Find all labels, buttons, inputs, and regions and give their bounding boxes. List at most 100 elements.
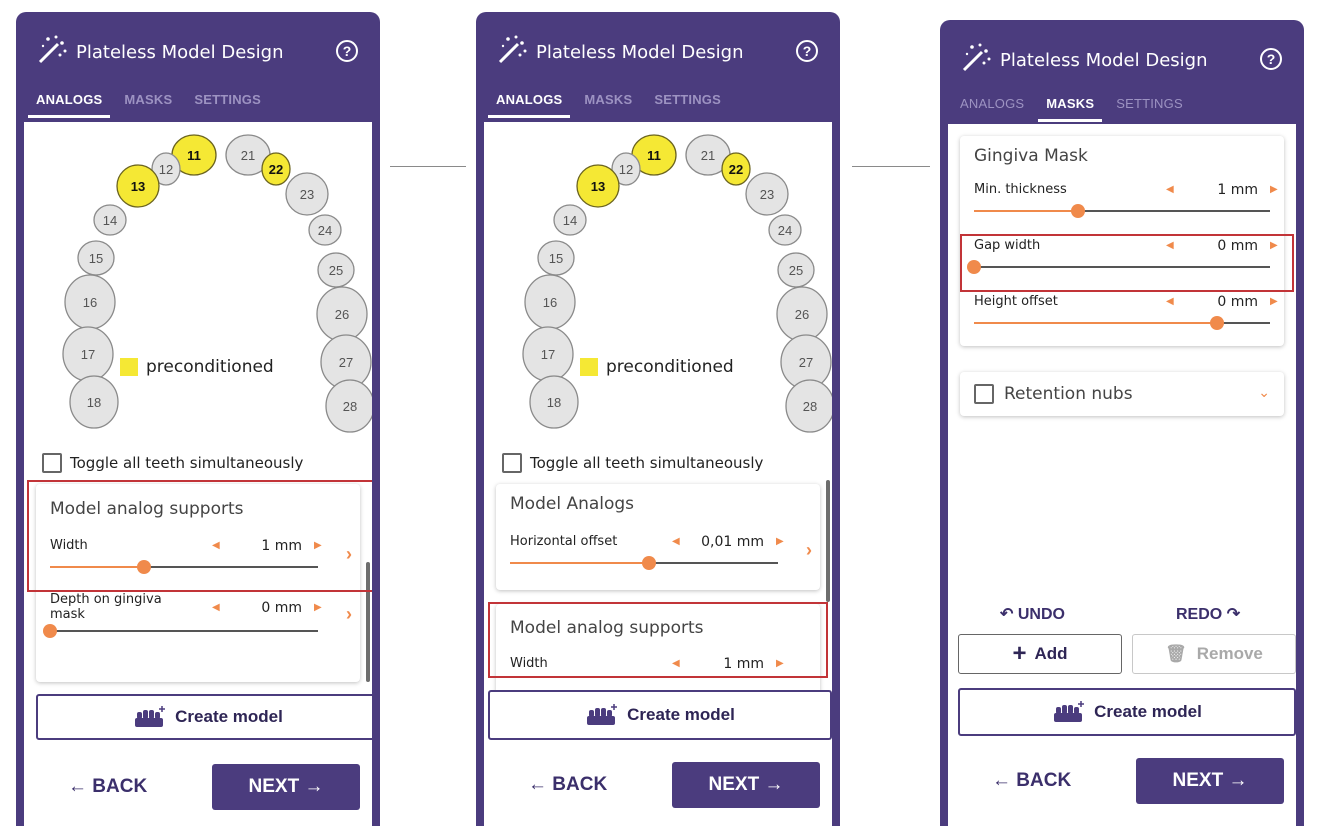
tooth-label: 14: [103, 213, 117, 228]
decrease-arrow-icon[interactable]: ◀: [672, 536, 680, 547]
tooth-16[interactable]: 16: [524, 274, 576, 330]
tooth-label: 15: [89, 251, 103, 266]
dental-arch: 11 12 13 14 15 16 17 18 21 22 23 24 25 26 27 28: [62, 134, 372, 433]
tooth-24[interactable]: 24: [308, 214, 342, 246]
toggle-all-row[interactable]: Toggle all teeth simultaneously: [42, 453, 303, 473]
tooth-22[interactable]: 22: [721, 152, 751, 186]
tab-settings[interactable]: SETTINGS: [646, 92, 729, 118]
undo-label: UNDO: [1017, 606, 1065, 623]
tooth-label: 17: [81, 347, 95, 362]
remove-button[interactable]: 🗑 Remove: [1132, 634, 1296, 674]
toggle-all-row[interactable]: Toggle all teeth simultaneously: [502, 453, 763, 473]
connector-line-2: [852, 166, 930, 167]
increase-arrow-icon[interactable]: ▶: [1270, 296, 1278, 307]
chevron-down-icon[interactable]: ⌄: [1258, 384, 1270, 401]
tab-analogs[interactable]: ANALOGS: [28, 92, 111, 118]
min-thickness-slider[interactable]: [974, 204, 1270, 218]
tab-settings[interactable]: SETTINGS: [186, 92, 269, 118]
tooth-13[interactable]: 13: [116, 164, 160, 208]
tooth-label: 12: [159, 162, 173, 177]
increase-arrow-icon[interactable]: ▶: [314, 602, 322, 613]
retention-nubs-checkbox[interactable]: [974, 384, 994, 404]
legend-label: preconditioned: [606, 357, 734, 377]
next-button[interactable]: NEXT →: [672, 762, 820, 808]
plus-icon: +: [1012, 640, 1027, 667]
arrow-left-icon: ←: [528, 774, 547, 795]
tooth-16[interactable]: 16: [64, 274, 116, 330]
tooth-22[interactable]: 22: [261, 152, 291, 186]
min-thickness-label: Min. thickness: [974, 182, 1067, 197]
height-offset-slider[interactable]: [974, 316, 1270, 330]
tooth-23[interactable]: 23: [745, 172, 789, 216]
tooth-25[interactable]: 25: [777, 252, 815, 288]
toggle-all-label: Toggle all teeth simultaneously: [530, 454, 764, 472]
depth-param: Depth on gingiva mask ◀ 0 mm ▶ ›: [43, 592, 360, 638]
help-icon[interactable]: ?: [336, 40, 358, 62]
create-model-label: Create model: [627, 705, 735, 724]
decrease-arrow-icon[interactable]: ◀: [1166, 184, 1174, 195]
next-button[interactable]: NEXT →: [212, 764, 360, 810]
decrease-arrow-icon[interactable]: ◀: [1166, 296, 1174, 307]
tab-masks[interactable]: MASKS: [576, 92, 640, 118]
tab-analogs[interactable]: ANALOGS: [488, 92, 571, 118]
arrow-right-icon: →: [764, 774, 784, 795]
model-analogs-card: Model Analogs Horizontal offset ◀ 0,01 m…: [496, 484, 820, 590]
tooth-26[interactable]: 26: [316, 286, 368, 342]
tooth-17[interactable]: 17: [522, 326, 574, 382]
add-button[interactable]: + Add: [958, 634, 1122, 674]
tooth-26[interactable]: 26: [776, 286, 828, 342]
chevron-right-icon[interactable]: ›: [806, 540, 812, 561]
toggle-all-checkbox[interactable]: [502, 453, 522, 473]
tooth-13[interactable]: 13: [576, 164, 620, 208]
trash-icon: 🗑: [1165, 644, 1187, 663]
panel-title: Plateless Model Design: [1000, 50, 1208, 71]
undo-button[interactable]: ↶ UNDO: [1000, 604, 1065, 624]
tooth-25[interactable]: 25: [317, 252, 355, 288]
toggle-all-checkbox[interactable]: [42, 453, 62, 473]
tooth-24[interactable]: 24: [768, 214, 802, 246]
decrease-arrow-icon[interactable]: ◀: [212, 602, 220, 613]
scrollbar[interactable]: [826, 480, 830, 602]
horizontal-offset-value[interactable]: 0,01 mm: [684, 532, 768, 552]
height-offset-value[interactable]: 0 mm: [1178, 292, 1262, 312]
create-model-button[interactable]: Create model: [488, 690, 832, 740]
panel-title: Plateless Model Design: [536, 42, 744, 63]
tooth-17[interactable]: 17: [62, 326, 114, 382]
tooth-28[interactable]: 28: [785, 379, 832, 433]
retention-nubs-card[interactable]: Retention nubs ⌄: [960, 372, 1284, 416]
tab-masks[interactable]: MASKS: [1038, 96, 1103, 122]
panel-body: 11 12 13 14 15 16 17 18 21 22 23 24 25 26 27 28 precond…: [24, 122, 372, 826]
tooth-18[interactable]: 18: [529, 375, 579, 429]
tooth-15[interactable]: 15: [77, 240, 115, 276]
toggle-all-label: Toggle all teeth simultaneously: [70, 454, 304, 472]
depth-slider[interactable]: [43, 624, 318, 638]
tooth-label: 18: [547, 395, 561, 410]
tab-analogs[interactable]: ANALOGS: [952, 96, 1032, 122]
increase-arrow-icon[interactable]: ▶: [1270, 184, 1278, 195]
depth-value[interactable]: 0 mm: [224, 598, 306, 618]
tooth-18[interactable]: 18: [69, 375, 119, 429]
horizontal-offset-slider[interactable]: [510, 556, 778, 570]
min-thickness-value[interactable]: 1 mm: [1178, 180, 1262, 200]
help-icon[interactable]: ?: [1260, 48, 1282, 70]
tooth-15[interactable]: 15: [537, 240, 575, 276]
create-model-button[interactable]: Create model: [958, 688, 1296, 736]
create-model-button[interactable]: Create model: [36, 694, 372, 740]
tab-settings[interactable]: SETTINGS: [1108, 96, 1191, 122]
tooth-14[interactable]: 14: [553, 204, 587, 236]
tab-masks[interactable]: MASKS: [116, 92, 180, 118]
tooth-label: 26: [795, 307, 809, 322]
back-button[interactable]: ← BACK: [528, 774, 607, 796]
back-button[interactable]: ← BACK: [68, 776, 147, 798]
help-icon[interactable]: ?: [796, 40, 818, 62]
panel-masks: Plateless Model Design ? ANALOGS MASKS S…: [940, 20, 1304, 826]
back-button[interactable]: ← BACK: [992, 770, 1071, 792]
tooth-14[interactable]: 14: [93, 204, 127, 236]
chevron-right-icon[interactable]: ›: [346, 604, 352, 625]
redo-button[interactable]: REDO ↷: [1176, 604, 1240, 624]
increase-arrow-icon[interactable]: ▶: [776, 536, 784, 547]
next-button[interactable]: NEXT →: [1136, 758, 1284, 804]
arrow-right-icon: →: [304, 776, 324, 797]
tooth-23[interactable]: 23: [285, 172, 329, 216]
tooth-28[interactable]: 28: [325, 379, 372, 433]
